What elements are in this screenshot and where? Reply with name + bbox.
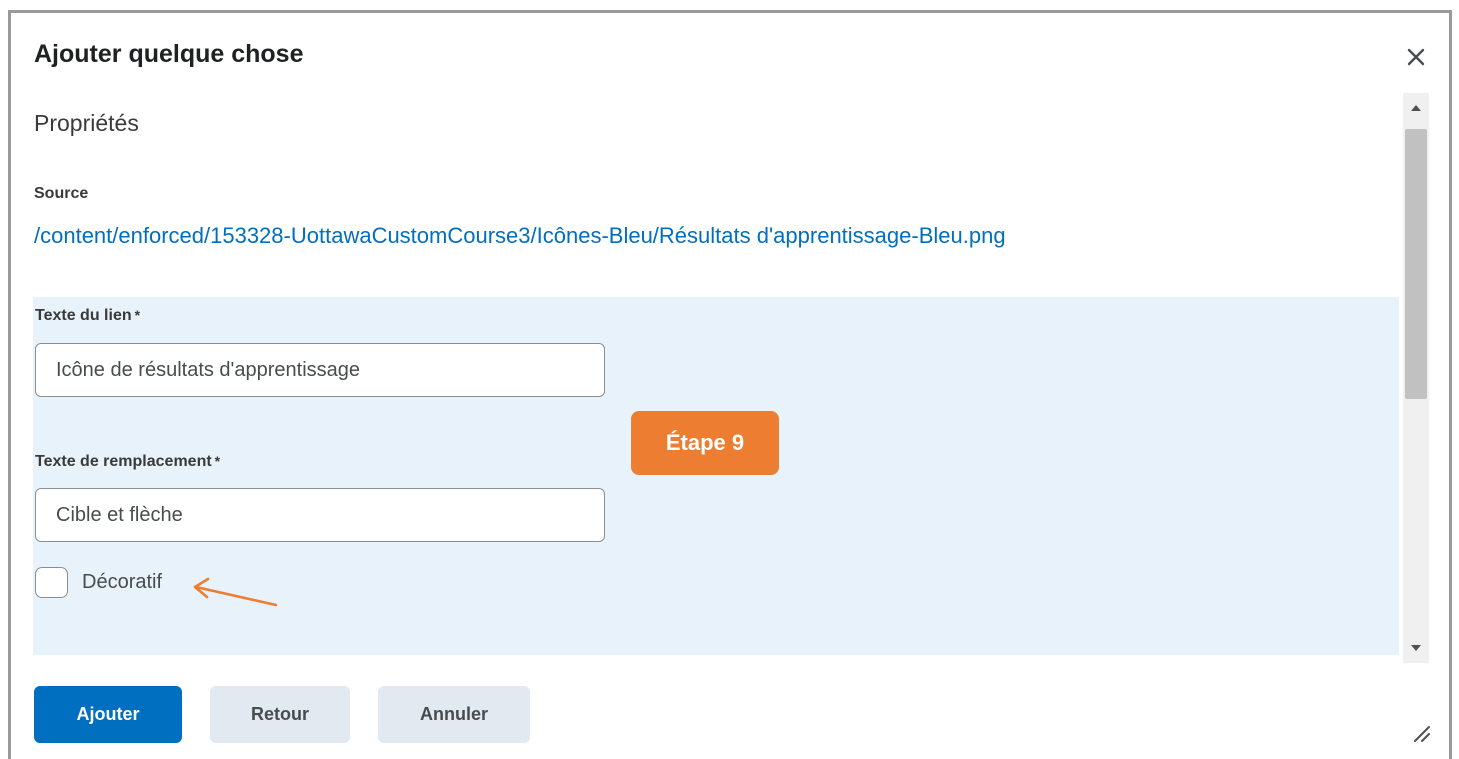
decorative-checkbox[interactable]: [35, 567, 68, 598]
source-path-link[interactable]: /content/enforced/153328-UottawaCustomCo…: [34, 223, 1006, 249]
add-something-dialog: Ajouter quelque chose Propriétés Source …: [8, 10, 1452, 759]
add-button[interactable]: Ajouter: [34, 686, 182, 743]
required-marker: *: [214, 453, 221, 469]
link-text-label: Texte du lien *: [35, 307, 141, 324]
properties-highlight-panel: Texte du lien* Texte de remplacement* Dé…: [33, 297, 1399, 655]
dialog-title: Ajouter quelque chose: [34, 40, 304, 68]
annotation-arrow-icon: [193, 577, 278, 607]
resize-handle-icon[interactable]: [1409, 721, 1431, 743]
dialog-scrollbar[interactable]: [1403, 93, 1429, 663]
back-button[interactable]: Retour: [210, 686, 350, 743]
triangle-up-icon: [1411, 105, 1421, 111]
scroll-up-button[interactable]: [1403, 93, 1429, 123]
source-label: Source: [34, 185, 89, 202]
close-icon: [1407, 48, 1425, 66]
scroll-down-button[interactable]: [1403, 633, 1429, 663]
properties-heading: Propriétés: [34, 110, 139, 136]
alt-text-input[interactable]: [35, 488, 605, 542]
alt-text-label: Texte de remplacement *: [35, 453, 221, 470]
decorative-checkbox-row[interactable]: Décoratif: [35, 567, 162, 598]
decorative-label[interactable]: Décoratif: [82, 571, 162, 594]
dialog-scroll-content: Propriétés Source /content/enforced/1533…: [11, 93, 1401, 655]
cancel-button[interactable]: Annuler: [378, 686, 530, 743]
scrollbar-thumb[interactable]: [1405, 129, 1427, 399]
triangle-down-icon: [1411, 645, 1421, 651]
required-marker: *: [134, 307, 141, 323]
link-text-input[interactable]: [35, 343, 605, 397]
step-badge: Étape 9: [631, 411, 779, 475]
close-button[interactable]: [1396, 37, 1436, 77]
